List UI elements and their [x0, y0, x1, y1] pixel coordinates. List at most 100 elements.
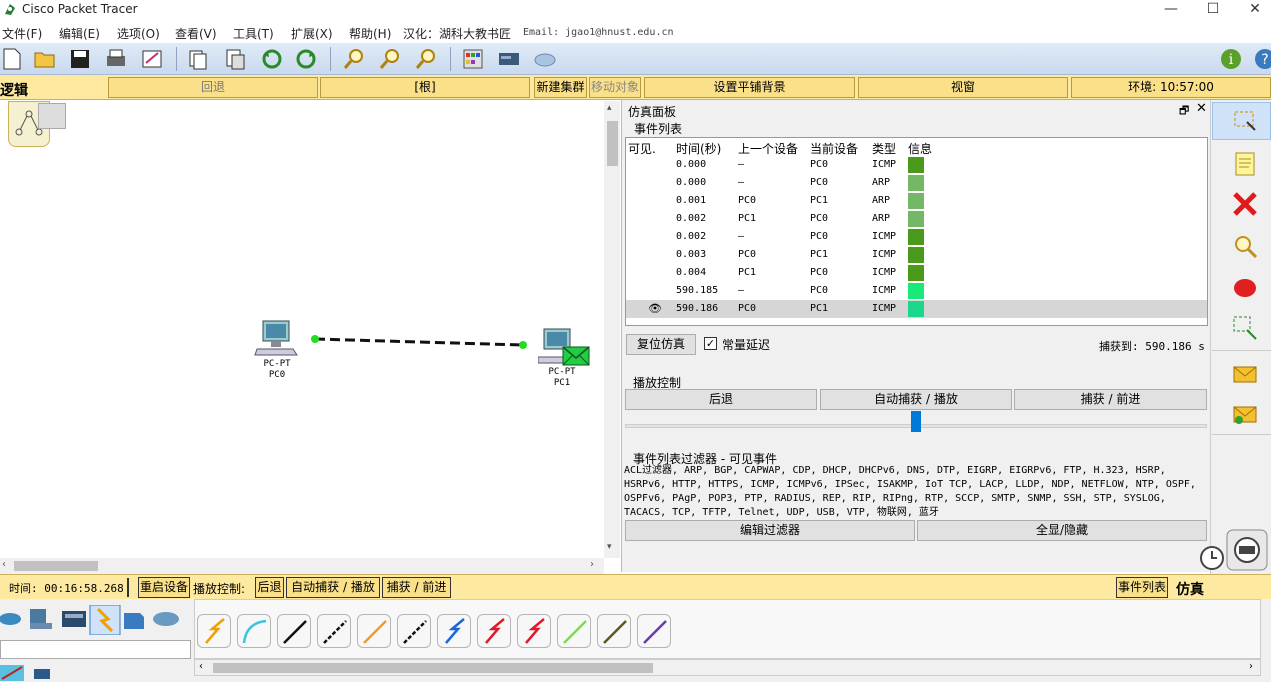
event-info-color-icon[interactable] [908, 265, 924, 281]
paste-icon[interactable] [223, 47, 247, 71]
copper-cross-cable-icon[interactable] [317, 614, 351, 648]
logical-workspace[interactable]: PC-PT PC0 PC-PT PC1 [0, 101, 604, 558]
pdu-envelope-icon[interactable] [562, 346, 590, 366]
event-row[interactable]: 👁 590.186 PC0 PC1 ICMP [626, 300, 1207, 318]
menu-tools[interactable]: 工具(T) [233, 25, 274, 42]
event-info-color-icon[interactable] [908, 157, 924, 173]
new-cluster-button[interactable]: 新建集群 [534, 77, 587, 98]
workspace-vertical-scrollbar[interactable]: ▾ ▴ [604, 101, 620, 558]
event-info-color-icon[interactable] [908, 175, 924, 191]
event-row[interactable]: 0.000 — PC0 ICMP [626, 156, 1207, 174]
cloud-icon[interactable] [533, 47, 557, 71]
cable-palette-scrollbar[interactable]: ‹ › [194, 659, 1261, 676]
menu-options[interactable]: 选项(O) [117, 25, 160, 42]
help-icon[interactable]: ? [1253, 47, 1271, 71]
event-list-toggle-button[interactable]: 事件列表 [1116, 577, 1168, 598]
event-info-color-icon[interactable] [908, 211, 924, 227]
print-icon[interactable] [104, 47, 128, 71]
scroll-left-arrow-icon[interactable]: ‹ [2, 559, 6, 570]
edit-filters-button[interactable]: 编辑过滤器 [625, 520, 915, 541]
cable-scroll-right-icon[interactable]: › [1249, 661, 1253, 672]
iot-cable-icon[interactable] [597, 614, 631, 648]
step-back-button[interactable]: 后退 [625, 389, 817, 410]
activity-wizard-icon[interactable] [140, 47, 164, 71]
delete-icon[interactable] [1231, 190, 1259, 218]
event-list-table[interactable]: 可见. 时间(秒) 上一个设备 当前设备 类型 信息 0.000 — PC0 ICMP… [625, 137, 1208, 326]
horizontal-scroll-thumb[interactable] [14, 561, 98, 571]
minimize-button[interactable]: — [1151, 0, 1191, 20]
event-row[interactable]: 0.002 PC1 PC0 ARP [626, 210, 1207, 228]
root-button[interactable]: [根] [320, 77, 530, 98]
cable-scroll-left-icon[interactable]: ‹ [199, 661, 203, 672]
note-icon[interactable] [1231, 150, 1259, 178]
copy-icon[interactable] [186, 47, 210, 71]
menu-help[interactable]: 帮助(H) [349, 25, 391, 42]
realtime-clock-icon[interactable] [1199, 545, 1225, 571]
status-back-button[interactable]: 后退 [255, 577, 284, 598]
set-background-button[interactable]: 设置平铺背景 [644, 77, 855, 98]
add-complex-pdu-icon[interactable] [1231, 400, 1259, 428]
save-icon[interactable] [68, 47, 92, 71]
resize-shape-icon[interactable] [1231, 314, 1259, 342]
cable-scroll-thumb[interactable] [213, 663, 653, 673]
undo-icon[interactable] [260, 47, 284, 71]
event-info-color-icon[interactable] [908, 301, 924, 317]
scroll-right-arrow-icon[interactable]: › [590, 559, 594, 570]
environment-button[interactable]: 环境: 10:57:00 [1071, 77, 1271, 98]
add-simple-pdu-icon[interactable] [1231, 360, 1259, 388]
custom-device-icon[interactable] [497, 47, 521, 71]
coaxial-cable-icon[interactable] [437, 614, 471, 648]
simulation-clock-icon[interactable] [1225, 528, 1269, 572]
new-file-icon[interactable] [0, 47, 24, 71]
maximize-button[interactable]: ☐ [1193, 0, 1233, 20]
vertical-scroll-thumb[interactable] [607, 121, 618, 166]
reset-simulation-button[interactable]: 复位仿真 [626, 334, 696, 355]
octal-cable-icon[interactable] [557, 614, 591, 648]
menu-edit[interactable]: 编辑(E) [59, 25, 100, 42]
inspect-icon[interactable] [1231, 232, 1259, 260]
fiber-cable-icon[interactable] [357, 614, 391, 648]
event-info-color-icon[interactable] [908, 229, 924, 245]
event-info-color-icon[interactable] [908, 247, 924, 263]
device-model-field[interactable] [0, 640, 191, 659]
palette-icon[interactable] [461, 47, 485, 71]
restore-panel-icon[interactable]: 🗗 [1179, 102, 1189, 121]
show-all-none-button[interactable]: 全显/隐藏 [917, 520, 1207, 541]
console-cable-icon[interactable] [237, 614, 271, 648]
status-auto-play-button[interactable]: 自动捕获 / 播放 [286, 577, 380, 598]
workspace-horizontal-scrollbar[interactable]: ‹ › [0, 558, 604, 574]
event-row[interactable]: 0.004 PC1 PC0 ICMP [626, 264, 1207, 282]
simulation-mode-label[interactable]: 仿真 [1176, 579, 1204, 599]
move-object-button[interactable]: 移动对象 [589, 77, 641, 98]
event-info-color-icon[interactable] [908, 283, 924, 299]
usb-cable-icon[interactable] [637, 614, 671, 648]
info-icon[interactable]: i [1219, 47, 1243, 71]
close-button[interactable]: ✕ [1235, 0, 1271, 20]
redo-icon[interactable] [294, 47, 318, 71]
phone-cable-icon[interactable] [397, 614, 431, 648]
zoom-out-icon[interactable] [414, 47, 438, 71]
close-panel-icon[interactable]: ✕ [1196, 101, 1207, 116]
open-folder-icon[interactable] [33, 47, 57, 71]
pc0-device[interactable] [253, 319, 299, 359]
back-button[interactable]: 回退 [108, 77, 318, 98]
event-row[interactable]: 0.000 — PC0 ARP [626, 174, 1207, 192]
copper-straight-cable-icon[interactable] [277, 614, 311, 648]
menu-extensions[interactable]: 扩展(X) [291, 25, 333, 42]
viewport-button[interactable]: 视窗 [858, 77, 1068, 98]
event-row[interactable]: 590.185 — PC0 ICMP [626, 282, 1207, 300]
restart-devices-button[interactable]: 重启设备 [138, 577, 190, 598]
constant-delay-checkbox[interactable]: ✓ [704, 337, 717, 350]
event-row[interactable]: 0.001 PC0 PC1 ARP [626, 192, 1207, 210]
select-icon[interactable] [1231, 108, 1259, 136]
event-info-color-icon[interactable] [908, 193, 924, 209]
zoom-reset-icon[interactable] [378, 47, 402, 71]
status-forward-button[interactable]: 捕获 / 前进 [382, 577, 451, 598]
menu-view[interactable]: 查看(V) [175, 25, 217, 42]
scroll-up-arrow-icon[interactable]: ▴ [607, 103, 612, 113]
auto-connection-cable-icon[interactable] [197, 614, 231, 648]
scroll-down-arrow-icon[interactable]: ▾ [607, 542, 612, 552]
event-row[interactable]: 0.003 PC0 PC1 ICMP [626, 246, 1207, 264]
draw-ellipse-icon[interactable] [1231, 274, 1259, 302]
event-row[interactable]: 0.002 — PC0 ICMP [626, 228, 1207, 246]
